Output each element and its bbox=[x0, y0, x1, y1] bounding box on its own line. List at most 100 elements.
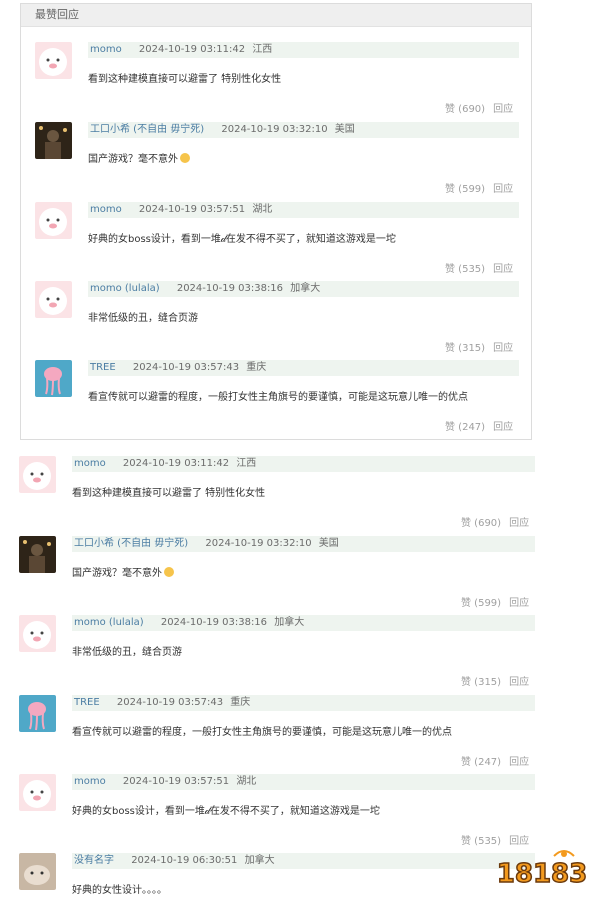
pig-avatar-icon bbox=[39, 208, 67, 236]
comment-meta: momo 2024-10-19 03:11:42 江西 bbox=[88, 42, 519, 58]
comment-text: 看到这种建模直接可以避雷了 特别性化女性 bbox=[72, 488, 266, 499]
reply-button[interactable]: 回应 bbox=[509, 757, 529, 768]
watermark-text: 18183 bbox=[497, 859, 587, 889]
like-button[interactable]: 赞 (690) bbox=[445, 104, 485, 115]
username-link[interactable]: momo (lulala) bbox=[74, 617, 144, 628]
avatar[interactable] bbox=[19, 853, 56, 890]
location: 湖北 bbox=[236, 776, 257, 787]
reply-button[interactable]: 回应 bbox=[509, 677, 529, 688]
comment-actions: 赞 (315) 回应 bbox=[445, 339, 513, 354]
like-button[interactable]: 赞 (247) bbox=[445, 422, 485, 433]
comment-text: 非常低级的丑，缝合页游 bbox=[72, 647, 182, 658]
comment-text: 非常低级的丑，缝合页游 bbox=[88, 313, 198, 324]
like-button[interactable]: 赞 (247) bbox=[461, 757, 501, 768]
reply-button[interactable]: 回应 bbox=[493, 104, 513, 115]
comment: momo 2024-10-19 03:57:51 湖北 好典的女boss设计，看… bbox=[19, 774, 535, 847]
like-button[interactable]: 赞 (535) bbox=[445, 264, 485, 275]
username-link[interactable]: momo (lulala) bbox=[90, 283, 160, 294]
cat-avatar-icon bbox=[24, 865, 50, 885]
like-button[interactable]: 赞 (599) bbox=[445, 184, 485, 195]
location: 加拿大 bbox=[274, 617, 305, 628]
comment-text: 看宣传就可以避雷的程度，一般打女性主角旗号的要谨慎，可能是这玩意儿唯一的优点 bbox=[88, 392, 468, 403]
like-button[interactable]: 赞 (315) bbox=[461, 677, 501, 688]
comment-meta: 工口小希 (不自由 毋宁死) 2024-10-19 03:32:10 美国 bbox=[88, 122, 519, 138]
jellyfish-avatar-icon bbox=[28, 702, 46, 731]
emoji-icon bbox=[164, 567, 174, 577]
comment: momo (lulala) 2024-10-19 03:38:16 加拿大 非常… bbox=[19, 615, 535, 688]
comment-text: 好典的女boss设计，看到一堆𝒹在发不得不买了，就知道这游戏是一坨 bbox=[72, 806, 380, 817]
avatar[interactable] bbox=[19, 456, 56, 493]
pig-avatar-icon bbox=[23, 621, 51, 649]
comment-text: 国产游戏？毫不意外 bbox=[72, 564, 174, 579]
comment-meta: momo 2024-10-19 03:57:51 湖北 bbox=[88, 202, 519, 218]
comment-actions: 赞 (690) 回应 bbox=[445, 100, 513, 115]
timestamp: 2024-10-19 03:57:43 bbox=[132, 362, 240, 373]
timestamp: 2024-10-19 03:57:51 bbox=[122, 776, 230, 787]
avatar[interactable] bbox=[35, 122, 72, 159]
jellyfish-avatar-icon bbox=[44, 367, 62, 396]
reply-button[interactable]: 回应 bbox=[493, 343, 513, 354]
hot-comment: momo 2024-10-19 03:11:42 江西 看到这种建模直接可以避雷… bbox=[35, 42, 519, 115]
username-link[interactable]: TREE bbox=[90, 362, 116, 373]
avatar[interactable] bbox=[35, 202, 72, 239]
reply-button[interactable]: 回应 bbox=[493, 264, 513, 275]
username-link[interactable]: momo bbox=[74, 458, 106, 469]
username-link[interactable]: 工口小希 (不自由 毋宁死) bbox=[90, 124, 204, 135]
hot-comment: momo (lulala) 2024-10-19 03:38:16 加拿大 非常… bbox=[35, 281, 519, 354]
location: 加拿大 bbox=[290, 283, 321, 294]
username-link[interactable]: momo bbox=[90, 204, 122, 215]
comment-actions: 赞 (690) 回应 bbox=[461, 514, 529, 529]
hot-comment: momo 2024-10-19 03:57:51 湖北 好典的女boss设计，看… bbox=[35, 202, 519, 275]
comment-text: 好典的女性设计。。。。 bbox=[72, 885, 167, 896]
timestamp: 2024-10-19 03:38:16 bbox=[160, 617, 268, 628]
avatar[interactable] bbox=[35, 360, 72, 397]
comment-actions: 赞 (247) 回应 bbox=[461, 753, 529, 768]
location: 湖北 bbox=[252, 204, 273, 215]
reply-button[interactable]: 回应 bbox=[493, 184, 513, 195]
timestamp: 2024-10-19 03:11:42 bbox=[122, 458, 230, 469]
username-link[interactable]: momo bbox=[90, 44, 122, 55]
timestamp: 2024-10-19 03:57:51 bbox=[138, 204, 246, 215]
timestamp: 2024-10-19 06:30:51 bbox=[131, 855, 238, 866]
logo-icon: 18183 bbox=[496, 850, 588, 890]
comment-actions: 赞 (599) 回应 bbox=[461, 594, 529, 609]
avatar[interactable] bbox=[19, 536, 56, 573]
location: 加拿大 bbox=[244, 855, 275, 866]
comment-actions: 赞 (247) 回应 bbox=[445, 418, 513, 433]
reply-button[interactable]: 回应 bbox=[493, 422, 513, 433]
avatar[interactable] bbox=[19, 615, 56, 652]
comment-text: 国产游戏？毫不意外 bbox=[88, 150, 190, 165]
timestamp: 2024-10-19 03:57:43 bbox=[116, 697, 224, 708]
comment: momo 2024-10-19 03:11:42 江西 看到这种建模直接可以避雷… bbox=[19, 456, 535, 529]
comment-meta: TREE 2024-10-19 03:57:43 重庆 bbox=[72, 695, 535, 711]
avatar[interactable] bbox=[19, 695, 56, 732]
comment-meta: momo 2024-10-19 03:11:42 江西 bbox=[72, 456, 535, 472]
like-button[interactable]: 赞 (599) bbox=[461, 598, 501, 609]
timestamp: 2024-10-19 03:38:16 bbox=[176, 283, 284, 294]
reply-button[interactable]: 回应 bbox=[509, 598, 529, 609]
like-button[interactable]: 赞 (315) bbox=[445, 343, 485, 354]
avatar[interactable] bbox=[35, 281, 72, 318]
reply-button[interactable]: 回应 bbox=[509, 518, 529, 529]
photo-avatar-icon bbox=[39, 126, 67, 159]
username-link[interactable]: TREE bbox=[74, 697, 100, 708]
comment: 没有名字 2024-10-19 06:30:51 加拿大 好典的女性设计。。。。 bbox=[19, 853, 535, 923]
pig-avatar-icon bbox=[23, 780, 51, 808]
comment-text: 看到这种建模直接可以避雷了 特别性化女性 bbox=[88, 74, 282, 85]
username-link[interactable]: 没有名字 bbox=[74, 855, 114, 866]
photo-avatar-icon bbox=[23, 540, 51, 573]
comment-actions: 赞 (535) 回应 bbox=[461, 832, 529, 847]
username-link[interactable]: momo bbox=[74, 776, 106, 787]
username-link[interactable]: 工口小希 (不自由 毋宁死) bbox=[74, 538, 188, 549]
pig-avatar-icon bbox=[39, 48, 67, 76]
avatar[interactable] bbox=[35, 42, 72, 79]
timestamp: 2024-10-19 03:32:10 bbox=[205, 538, 312, 549]
location: 重庆 bbox=[246, 362, 267, 373]
like-button[interactable]: 赞 (690) bbox=[461, 518, 501, 529]
avatar[interactable] bbox=[19, 774, 56, 811]
location: 美国 bbox=[318, 538, 339, 549]
comment-meta: 工口小希 (不自由 毋宁死) 2024-10-19 03:32:10 美国 bbox=[72, 536, 535, 552]
comment-text: 好典的女boss设计，看到一堆𝒹在发不得不买了，就知道这游戏是一坨 bbox=[88, 234, 396, 245]
comment-actions: 赞 (535) 回应 bbox=[445, 260, 513, 275]
pig-avatar-icon bbox=[23, 462, 51, 490]
